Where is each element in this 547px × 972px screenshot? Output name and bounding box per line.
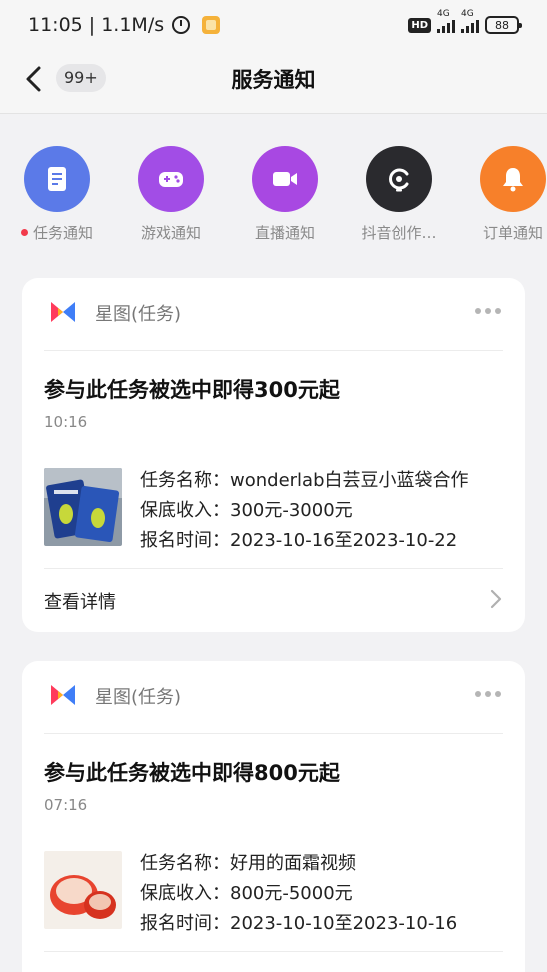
category-order-notice[interactable]: 订单通知 [456, 146, 547, 246]
battery-icon: 88 [485, 16, 522, 34]
notification-card: 星图(任务) 参与此任务被选中即得300元起 10:16 任务名称：wonder… [22, 278, 525, 632]
network-type-label: 4G [461, 9, 474, 19]
network-speed: | 1.1M/s [88, 14, 165, 36]
face-cream-thumbnail[interactable] [44, 851, 122, 929]
category-label: 直播通知 [254, 224, 315, 242]
category-label: 游戏通知 [140, 224, 201, 242]
status-bar: 11:05 | 1.1M/s HD 4G 4G 88 [0, 0, 547, 50]
card-title: 参与此任务被选中即得800元起 [44, 761, 340, 785]
task-name: 任务名称：好用的面霜视频 [140, 853, 356, 874]
more-options-button[interactable] [475, 308, 501, 314]
task-info: 任务名称：wonderlab白芸豆小蓝袋合作 保底收入：300元-3000元 报… [140, 466, 469, 556]
video-camera-icon [252, 146, 318, 212]
gamepad-icon [138, 146, 204, 212]
source-name: 星图(任务) [95, 304, 182, 325]
document-icon [24, 146, 90, 212]
network-type-label: 4G [437, 9, 450, 19]
category-label: 抖音创作… [361, 224, 437, 242]
more-options-button[interactable] [475, 691, 501, 697]
category-label-wrap: 抖音创作… [361, 222, 436, 243]
divider [44, 350, 503, 351]
signal-strength-icon: 4G [461, 9, 479, 33]
signal-strength-icon: 4G [437, 9, 455, 33]
card-title: 参与此任务被选中即得300元起 [44, 378, 340, 402]
source-name: 星图(任务) [95, 687, 182, 708]
notification-card: 星图(任务) 参与此任务被选中即得800元起 07:16 任务名称：好用的面霜视… [22, 661, 525, 972]
card-time: 07:16 [44, 796, 88, 814]
card-time: 10:16 [44, 413, 88, 431]
divider [44, 733, 503, 734]
app-notification-icon [202, 16, 221, 34]
chevron-right-icon [490, 589, 502, 609]
view-details-button[interactable]: 查看详情 [22, 568, 525, 630]
guaranteed-income: 保底收入：300元-3000元 [140, 500, 353, 521]
status-time: 11:05 [28, 14, 83, 36]
category-live-notice[interactable]: 直播通知 [228, 146, 342, 246]
task-info: 任务名称：好用的面霜视频 保底收入：800元-5000元 报名时间：2023-1… [140, 849, 457, 939]
unread-count-badge: 99+ [56, 64, 106, 92]
bell-icon [480, 146, 546, 212]
category-game-notice[interactable]: 游戏通知 [114, 146, 228, 246]
category-label-wrap: 任务通知 [20, 222, 93, 243]
signup-period: 报名时间：2023-10-10至2023-10-16 [140, 913, 458, 934]
view-details-label: 查看详情 [44, 592, 116, 613]
unread-dot [20, 229, 28, 236]
category-label: 订单通知 [482, 224, 543, 242]
category-label-wrap: 直播通知 [255, 222, 315, 243]
nav-bar: 服务通知 99+ [0, 50, 547, 114]
category-label-wrap: 游戏通知 [141, 222, 201, 243]
xingtu-logo-icon [51, 685, 75, 705]
category-label: 任务通知 [32, 224, 93, 242]
back-button[interactable] [20, 64, 50, 94]
divider [44, 951, 503, 952]
notification-category-row: 任务通知 游戏通知 直播通知 抖音创作… 订单通知 [0, 146, 547, 246]
wonderlab-product-thumbnail[interactable] [44, 468, 122, 546]
card-header: 星图(任务) [22, 278, 525, 350]
alarm-icon [172, 16, 191, 34]
card-header: 星图(任务) [22, 661, 525, 733]
guaranteed-income: 保底收入：800元-5000元 [140, 883, 353, 904]
category-label-wrap: 订单通知 [483, 222, 543, 243]
category-creator-notice[interactable]: 抖音创作… [342, 146, 456, 246]
signup-period: 报名时间：2023-10-16至2023-10-22 [140, 530, 458, 551]
hd-voice-icon: HD [408, 17, 431, 33]
task-name: 任务名称：wonderlab白芸豆小蓝袋合作 [140, 470, 469, 491]
creator-bulb-icon [366, 146, 432, 212]
category-task-notice[interactable]: 任务通知 [0, 146, 114, 246]
xingtu-logo-icon [51, 302, 75, 322]
chevron-left-icon [26, 66, 41, 92]
